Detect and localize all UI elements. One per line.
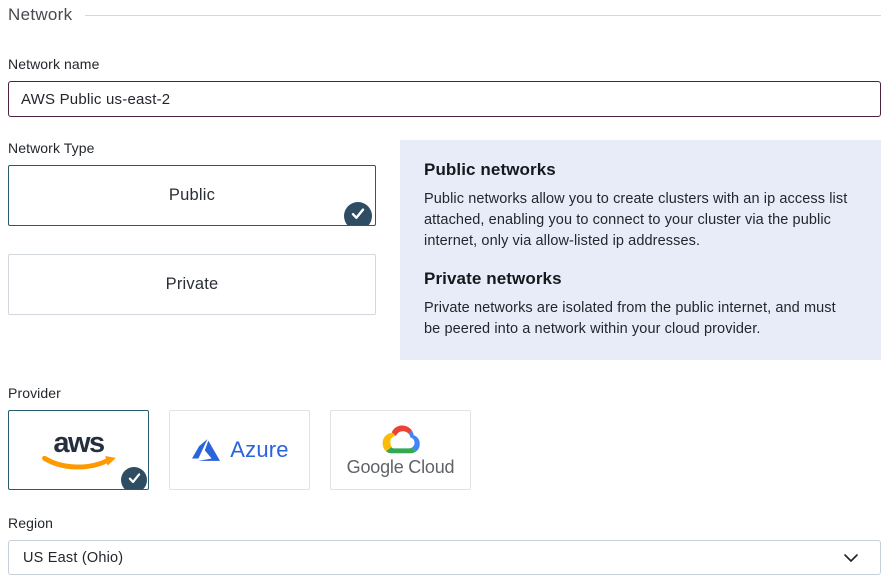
network-type-option-label: Public — [169, 186, 215, 205]
provider-option-azure[interactable]: Azure — [169, 410, 310, 490]
provider-label: Provider — [8, 385, 881, 401]
region-selected-value: US East (Ohio) — [23, 550, 123, 566]
check-icon — [344, 202, 372, 226]
check-icon — [121, 467, 147, 490]
network-form: Network Network name Network Type Public… — [0, 0, 887, 575]
network-type-options: Network Type Public Private — [8, 140, 376, 360]
network-type-option-public[interactable]: Public — [8, 165, 376, 226]
provider-section: Provider aws — [8, 385, 881, 490]
network-type-option-private[interactable]: Private — [8, 254, 376, 315]
network-name-field: Network name — [8, 56, 881, 117]
aws-wordmark: aws — [53, 431, 103, 456]
network-type-info-panel: Public networks Public networks allow yo… — [400, 140, 881, 360]
page-title: Network — [8, 5, 72, 25]
network-type-label: Network Type — [8, 140, 376, 156]
region-section: Region US East (Ohio) — [8, 515, 881, 575]
google-cloud-mark-icon — [380, 423, 422, 455]
info-body-public: Public networks allow you to create clus… — [424, 189, 851, 252]
info-heading-public: Public networks — [424, 160, 851, 180]
section-divider — [85, 15, 881, 16]
network-name-input[interactable] — [8, 81, 881, 117]
chevron-down-icon — [844, 554, 858, 562]
aws-swoosh-icon — [38, 456, 120, 471]
network-type-option-label: Private — [166, 275, 219, 294]
provider-option-google-cloud[interactable]: Google Cloud — [330, 410, 471, 490]
azure-logo-icon: Azure — [190, 436, 288, 464]
section-header: Network — [8, 5, 881, 25]
azure-wordmark: Azure — [230, 437, 288, 463]
network-type-section: Network Type Public Private Public netwo… — [8, 140, 881, 360]
info-heading-private: Private networks — [424, 269, 851, 289]
network-name-label: Network name — [8, 56, 881, 72]
info-body-private: Private networks are isolated from the p… — [424, 298, 851, 340]
azure-mark-icon — [190, 436, 222, 464]
region-label: Region — [8, 515, 881, 531]
region-select[interactable]: US East (Ohio) — [8, 540, 881, 575]
google-cloud-wordmark: Google Cloud — [347, 457, 455, 478]
aws-logo-icon: aws — [38, 431, 120, 471]
provider-option-aws[interactable]: aws — [8, 410, 149, 490]
google-cloud-logo-icon: Google Cloud — [347, 423, 455, 478]
provider-options: aws Azure — [8, 410, 881, 490]
